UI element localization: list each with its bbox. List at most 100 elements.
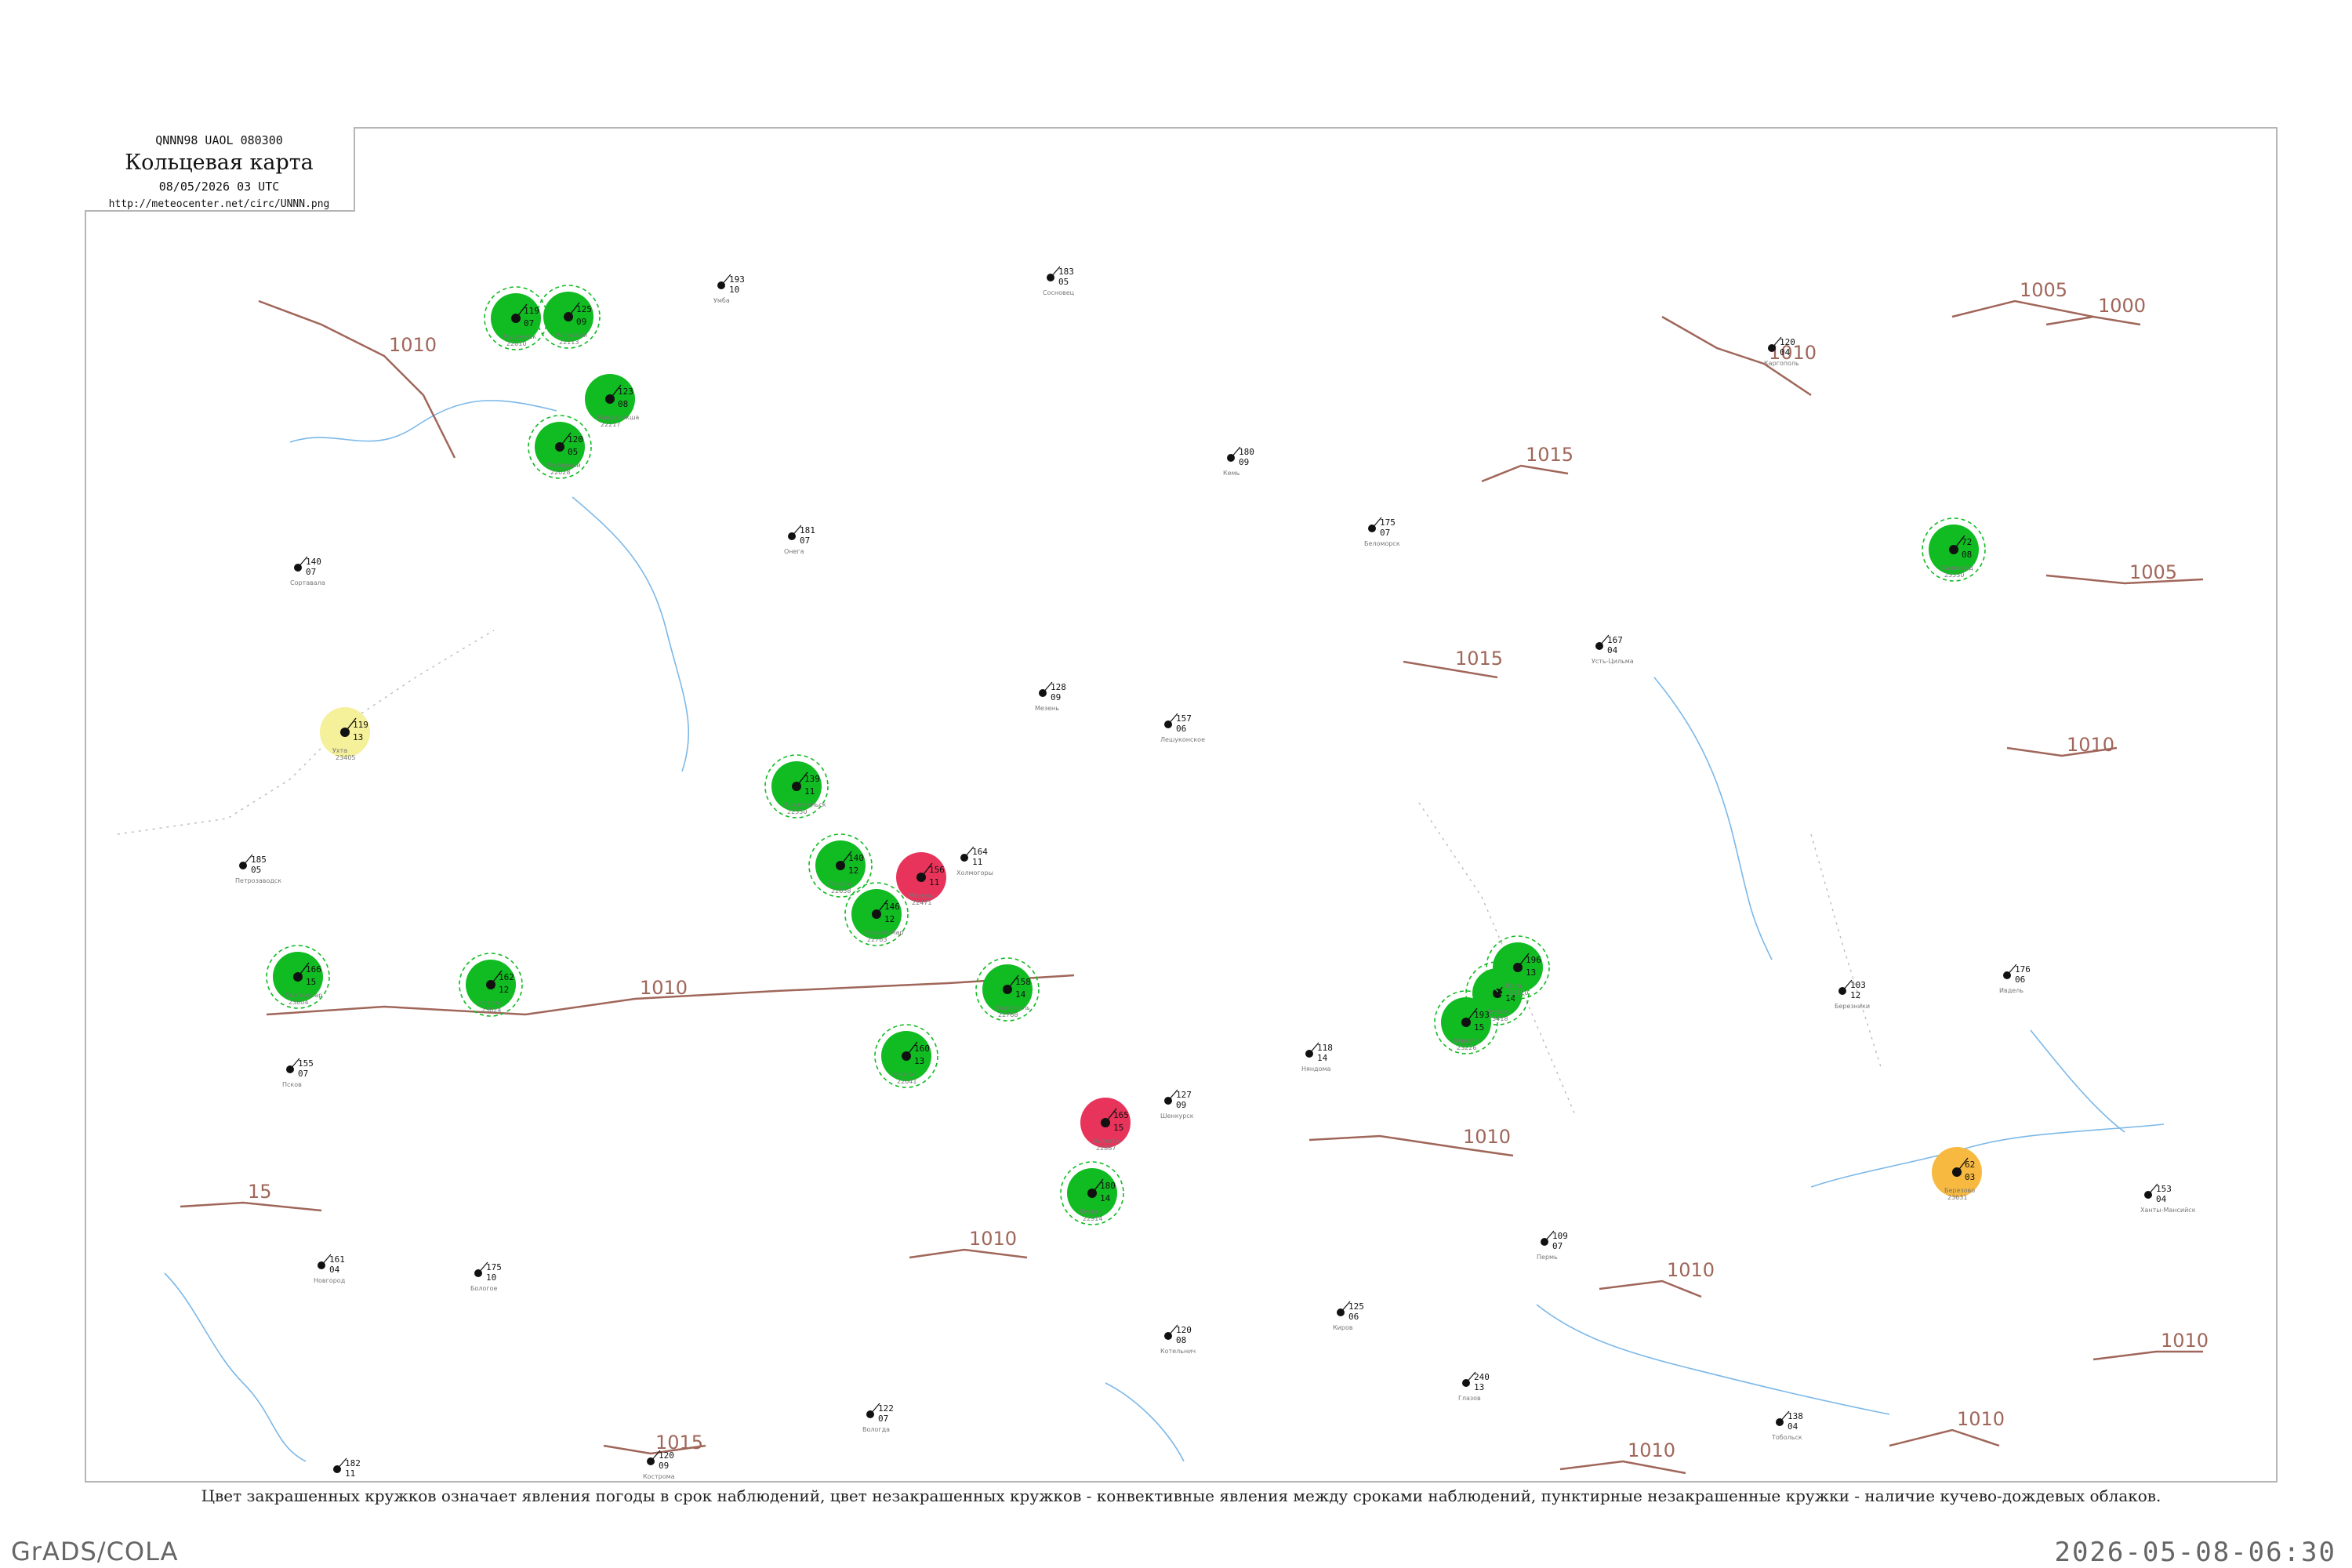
station-plot[interactable]: 18009 Кемь: [1223, 446, 1254, 477]
station-22010[interactable]: 119 07 Мурманск22010: [484, 286, 548, 350]
station-plot[interactable]: 18107 Онега: [784, 524, 815, 555]
station-plot[interactable]: 19310 Умба: [713, 274, 745, 304]
station-tendency: 15: [306, 977, 316, 987]
station-pressure: 193: [1474, 1010, 1490, 1020]
station-plot[interactable]: 15706 Лешуконское: [1160, 713, 1205, 743]
station-22658[interactable]: 140 12 Пинега22658: [808, 833, 873, 898]
station-plot[interactable]: 18305 Сосновец: [1043, 266, 1075, 296]
station-23330[interactable]: 72 08 Салехард23330: [1922, 517, 1986, 582]
station-22887[interactable]: 165 15 Вытегра22887: [1080, 1098, 1131, 1152]
map-canvas[interactable]: 1010 101010051015101510101010101010101010…: [86, 129, 2278, 1483]
station-tendency: 06: [1348, 1312, 1359, 1322]
station-tendency: 11: [804, 786, 815, 797]
isobar-line: [909, 1248, 1028, 1259]
station-pressure: 62: [1965, 1160, 1975, 1170]
station-pressure: 175: [486, 1262, 502, 1272]
station-name: Ханты-Мансийск: [2140, 1207, 2196, 1214]
station-plot[interactable]: 10907 Пермь: [1537, 1230, 1568, 1261]
station-name: Вытегра: [1093, 1138, 1121, 1145]
station-plot[interactable]: 18211 Тверь: [328, 1457, 361, 1483]
station-22641[interactable]: 160 13Онега22641: [874, 1024, 938, 1088]
station-plot[interactable]: 15304 Ханты-Мансийск: [2140, 1183, 2196, 1214]
station-tendency: 06: [2015, 975, 2025, 985]
station-name: Псков: [282, 1081, 302, 1088]
isobar-label: 1010: [640, 977, 688, 999]
isobar-label: 1010: [1628, 1439, 1675, 1461]
station-plot[interactable]: 16104 Новгород: [314, 1254, 346, 1284]
station-pressure: 155: [298, 1058, 314, 1069]
station-name: Котельнич: [1160, 1348, 1196, 1355]
station-22914[interactable]: 180 14 Вельск22914: [1060, 1161, 1124, 1225]
isobar-label: 1010: [2067, 734, 2114, 756]
station-22028[interactable]: 120 05 Полярный22028: [528, 415, 592, 479]
station-name: Беломорск: [1364, 540, 1400, 547]
station-tendency: 13: [1526, 967, 1536, 978]
station-pressure: 166: [306, 964, 321, 975]
station-plot[interactable]: 12207 Вологда: [862, 1403, 894, 1433]
footer-brand: GrADS/COLA: [11, 1537, 179, 1566]
station-pressure: 123: [618, 387, 633, 397]
station-plot[interactable]: 12009 Кострома: [643, 1450, 675, 1480]
station-name: Вельск: [1080, 1208, 1103, 1215]
isobar-line: [2045, 574, 2204, 585]
station-plot[interactable]: 14007 Сортавала: [290, 556, 325, 586]
station-plot[interactable]: 16411 Холмогоры: [956, 846, 993, 877]
station-id: 23220: [1508, 989, 1528, 996]
station-id: 22010: [506, 340, 526, 347]
station-plot[interactable]: 13804 Тобольск: [1771, 1410, 1803, 1441]
station-id: 22763: [867, 936, 887, 943]
station-name: Сыктывкар: [285, 992, 322, 999]
station-plot[interactable]: 15507 Псков: [282, 1058, 314, 1088]
station-22763[interactable]: 146 12 Нарьян-Мар22763: [844, 882, 909, 946]
station-plot[interactable]: 16704 Усть-Цильма: [1592, 634, 1634, 665]
station-plot[interactable]: 10312 Березники: [1835, 979, 1870, 1010]
isobar-label: 1010: [389, 334, 437, 356]
station-tendency: 07: [1552, 1241, 1563, 1251]
station-plot[interactable]: 11814 Няндома: [1301, 1042, 1333, 1073]
station-23220[interactable]: 196 13 Инта23220: [1486, 935, 1550, 1000]
station-tendency: 08: [618, 399, 628, 409]
map-url[interactable]: http://meteocenter.net/circ/UNNN.png: [85, 198, 354, 210]
station-22217[interactable]: 123 08 Кандалакша22217: [585, 374, 639, 428]
station-name: Пинега: [828, 880, 852, 887]
station-plot[interactable]: 17507 Беломорск: [1364, 517, 1400, 547]
station-tendency: 12: [499, 985, 509, 995]
station-plot[interactable]: 18505 Петрозаводск: [235, 854, 281, 884]
station-plot[interactable]: 12809 Мезень: [1035, 681, 1066, 712]
station-plot[interactable]: 12506 Киров: [1333, 1301, 1364, 1331]
station-plot[interactable]: 12008 Котельнич: [1160, 1324, 1196, 1355]
station-plot[interactable]: 17510 Бологое: [470, 1261, 502, 1292]
station-name: Березово: [1944, 1187, 1975, 1194]
station-name: Тобольск: [1771, 1434, 1802, 1441]
station-id: 22914: [1083, 1215, 1102, 1222]
station-pressure: 103: [1850, 980, 1866, 990]
station-23024[interactable]: 162 12 Котлас23024: [459, 953, 523, 1017]
station-name: Пермь: [1537, 1254, 1558, 1261]
station-22113[interactable]: 125 09 Кольский22113: [536, 285, 601, 349]
station-name: Тверь: [328, 1481, 349, 1483]
station-pressure: 146: [884, 902, 900, 912]
station-id: 22550: [787, 808, 807, 815]
station-pressure: 140: [848, 853, 864, 863]
station-pressure: 160: [914, 1044, 930, 1054]
station-23631[interactable]: 62 03 Березово23631: [1932, 1147, 1982, 1201]
station-id: 22113: [559, 339, 579, 346]
station-name: Котлас: [478, 1000, 502, 1007]
station-pressure: 120: [659, 1450, 674, 1461]
station-22768[interactable]: 158 14 Каргополь22768: [975, 957, 1040, 1022]
station-plot[interactable]: 17606 Ивдель: [1999, 964, 2031, 994]
station-23405[interactable]: 119 13 Ухта23405: [320, 707, 370, 761]
isobar-line: [1889, 1428, 2000, 1447]
station-plot[interactable]: 24013 Глазов: [1458, 1371, 1490, 1402]
station-name: Шенкурск: [1160, 1112, 1194, 1120]
station-pressure: 176: [2015, 964, 2031, 975]
isobar-label: 1005: [2129, 561, 2177, 583]
station-pressure: 139: [804, 774, 820, 784]
station-22550[interactable]: 139 11 Архангельск22550: [764, 754, 829, 818]
station-tendency: 07: [878, 1414, 888, 1424]
station-tendency: 07: [800, 535, 810, 546]
station-23804[interactable]: 166 15 Сыктывкар23804: [266, 945, 330, 1009]
plain-station-layer: 19310Умба18305Сосновец18009Кемь17507Бело…: [235, 266, 2196, 1483]
station-plot[interactable]: 12709 Шенкурск: [1160, 1089, 1194, 1120]
station-23226[interactable]: 193 15 Воркута23226: [1434, 990, 1498, 1054]
